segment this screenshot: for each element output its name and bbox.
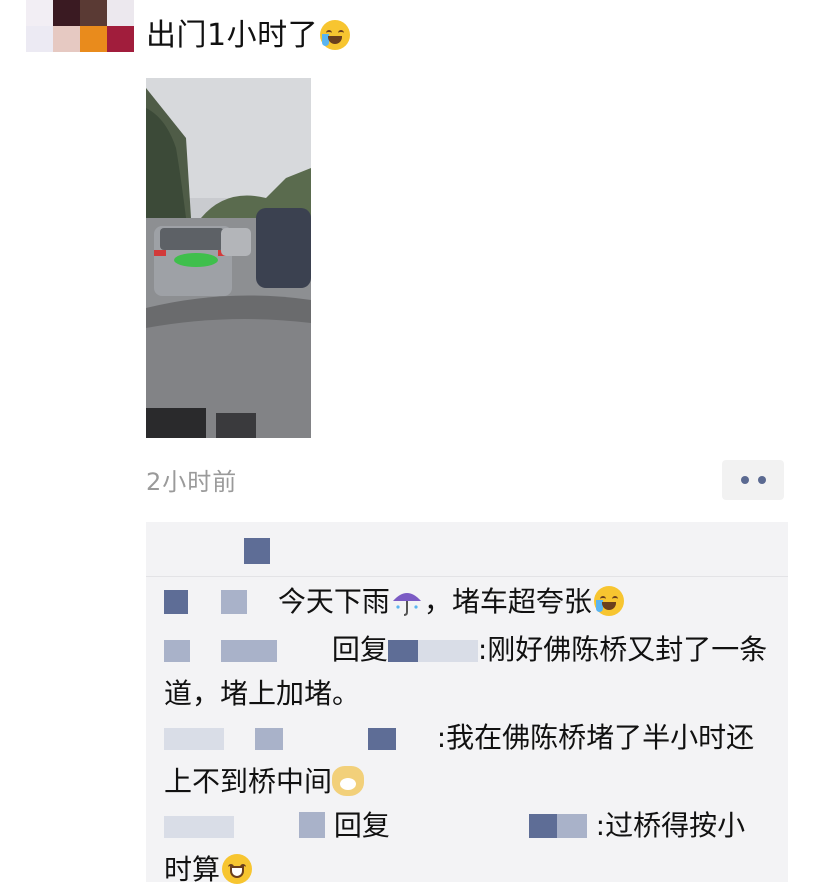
- umbrella-rain-icon: [392, 593, 421, 616]
- comment-item[interactable]: :我在佛陈桥堵了半小时还上不到桥中间: [164, 716, 770, 804]
- comment-item[interactable]: 今天下雨 ，堵车超夸张: [164, 580, 770, 624]
- commenter-name-blurred[interactable]: [220, 590, 247, 614]
- post-photo[interactable]: [146, 78, 311, 438]
- reply-label: 回复: [333, 809, 390, 842]
- commenter-name-blurred[interactable]: [164, 728, 224, 750]
- commenter-name-blurred[interactable]: [367, 728, 396, 750]
- laughing-tears-icon: [320, 20, 351, 50]
- comment-text: 我在佛陈桥堵了半小时还上不到桥中间: [164, 721, 755, 798]
- separator: :: [595, 809, 606, 842]
- grin-icon: [222, 854, 253, 884]
- dot-icon: [757, 476, 766, 484]
- comments-panel: 今天下雨 ，堵车超夸张 回复:刚好佛陈桥又封了一条道，堵上加堵。 :我在佛陈桥堵了…: [146, 522, 788, 886]
- traffic-jam-photo-icon: [146, 78, 311, 438]
- laughing-tears-icon: [593, 586, 624, 616]
- comment-text: ，堵车超夸张: [423, 585, 592, 618]
- dog-face-icon: [332, 766, 365, 796]
- more-options-button[interactable]: [722, 460, 784, 500]
- reply-target-name-blurred[interactable]: [417, 640, 478, 662]
- reply-target-name-blurred[interactable]: [528, 814, 557, 838]
- likes-row: [146, 522, 788, 577]
- comment-item[interactable]: 回复:刚好佛陈桥又封了一条道，堵上加堵。: [164, 628, 770, 716]
- commenter-name-blurred[interactable]: [164, 590, 188, 614]
- separator: :: [477, 633, 488, 666]
- commenter-name-blurred[interactable]: [254, 728, 283, 750]
- commenter-name-blurred[interactable]: [164, 816, 234, 838]
- reply-target-name-blurred[interactable]: [556, 814, 587, 838]
- reply-label: 回复: [331, 633, 388, 666]
- post-text: 出门1小时了: [146, 16, 351, 56]
- post-text-content: 出门1小时了: [146, 18, 319, 53]
- commenter-name-blurred[interactable]: [220, 640, 277, 662]
- dot-icon: [740, 476, 749, 484]
- reply-target-name-blurred[interactable]: [387, 640, 418, 662]
- comment-item[interactable]: 回复 :过桥得按小时算: [164, 804, 770, 892]
- comment-text: 今天下雨: [277, 585, 390, 618]
- commenter-name-blurred[interactable]: [164, 640, 190, 662]
- avatar[interactable]: [26, 0, 134, 52]
- liker-avatar-blurred[interactable]: [244, 538, 270, 564]
- post-timestamp: 2小时前: [146, 468, 238, 496]
- comment-text: 过桥得按小时算: [164, 809, 746, 886]
- commenter-name-blurred[interactable]: [298, 812, 325, 838]
- separator: :: [436, 721, 447, 754]
